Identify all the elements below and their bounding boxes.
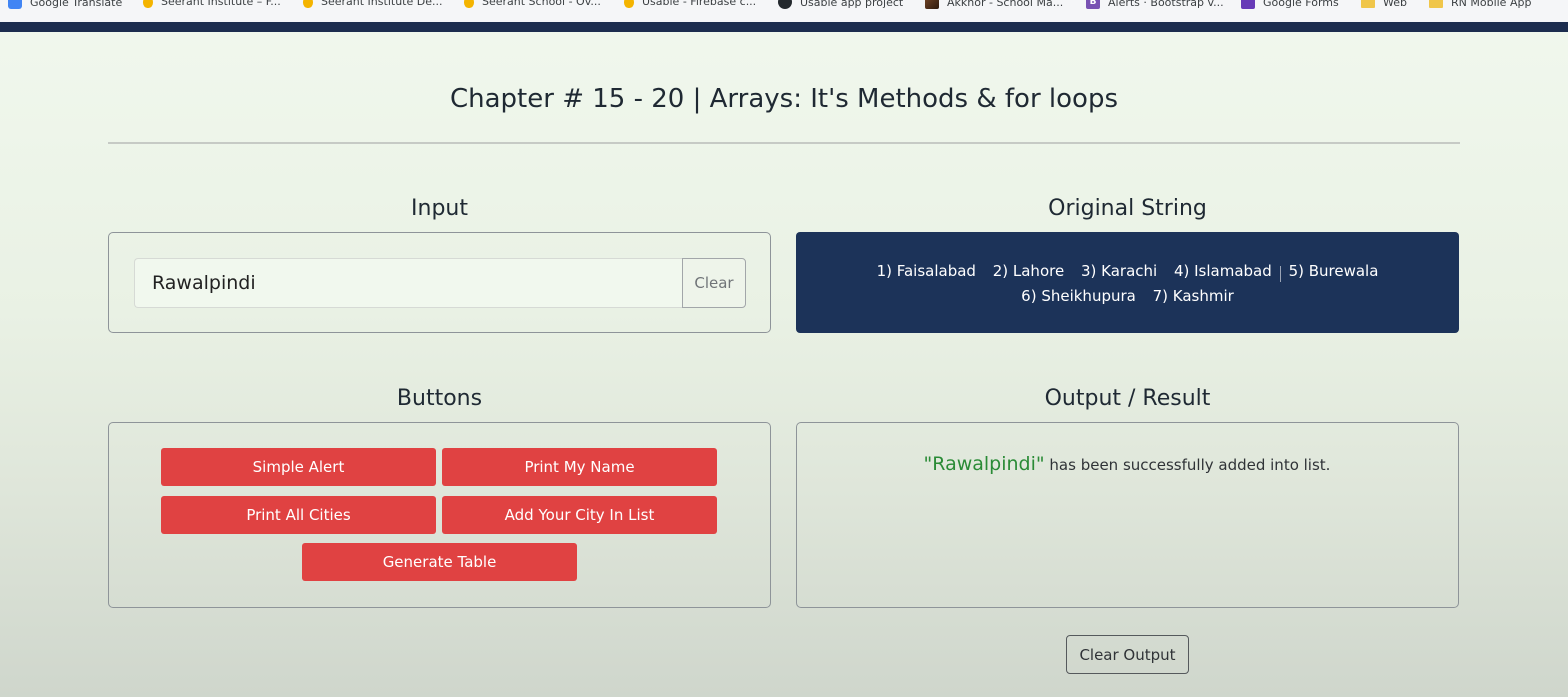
city-item: 1) Faisalabad bbox=[876, 262, 976, 280]
github-icon bbox=[778, 0, 792, 9]
original-string-panel: 1) Faisalabad 2) Lahore 3) Karachi 4) Is… bbox=[796, 232, 1459, 333]
folder-icon bbox=[1361, 0, 1375, 8]
text-cursor-icon bbox=[1280, 266, 1283, 282]
bookmark-seerant-institute-de[interactable]: Seerant Institute De... bbox=[303, 0, 442, 8]
clear-output-button[interactable]: Clear Output bbox=[1066, 635, 1189, 674]
bookmark-usable-firebase[interactable]: Usable - Firebase c... bbox=[624, 0, 756, 8]
simple-alert-button[interactable]: Simple Alert bbox=[161, 448, 436, 486]
bookmark-label: Akkhor - School Ma... bbox=[947, 0, 1064, 9]
bookmark-label: Seerant School - Ov... bbox=[482, 0, 601, 8]
city-item: 5) Burewala bbox=[1288, 262, 1379, 280]
firebase-icon bbox=[143, 0, 153, 8]
add-city-button[interactable]: Add Your City In List bbox=[442, 496, 717, 534]
output-panel: "Rawalpindi" has been successfully added… bbox=[796, 422, 1459, 608]
generate-table-button[interactable]: Generate Table bbox=[302, 543, 577, 581]
city-item: 2) Lahore bbox=[992, 262, 1065, 280]
clear-input-button[interactable]: Clear bbox=[682, 258, 746, 308]
firebase-icon bbox=[464, 0, 474, 8]
bookmark-label: Usable app project bbox=[800, 0, 904, 9]
bookmarks-bar: Google Translate Seerant Institute – F..… bbox=[0, 0, 1568, 22]
bookmark-label: Seerant Institute De... bbox=[321, 0, 443, 8]
bookmark-google-translate[interactable]: Google Translate bbox=[8, 0, 122, 9]
city-item: 7) Kashmir bbox=[1152, 287, 1234, 305]
bookmark-label: Google Forms bbox=[1263, 0, 1339, 9]
folder-icon bbox=[1429, 0, 1443, 8]
navbar bbox=[0, 22, 1568, 32]
buttons-panel: Simple Alert Print My Name Print All Cit… bbox=[108, 422, 771, 608]
google-forms-icon bbox=[1241, 0, 1255, 9]
bookmark-folder-web[interactable]: Web bbox=[1361, 0, 1407, 9]
city-item: 4) Islamabad bbox=[1173, 262, 1272, 280]
output-section-title: Output / Result bbox=[1044, 386, 1211, 411]
bookmark-label: Seerant Institute – F... bbox=[161, 0, 281, 8]
output-message: "Rawalpindi" has been successfully added… bbox=[797, 453, 1457, 475]
site-icon bbox=[925, 0, 939, 9]
output-message-text: has been successfully added into list. bbox=[1044, 456, 1331, 474]
input-panel: Clear bbox=[108, 232, 771, 333]
title-divider bbox=[108, 142, 1460, 144]
city-item: 6) Sheikhupura bbox=[1021, 287, 1136, 305]
print-my-name-button[interactable]: Print My Name bbox=[442, 448, 717, 486]
bootstrap-icon: B bbox=[1086, 0, 1100, 9]
bookmark-usable-app-project[interactable]: Usable app project bbox=[778, 0, 903, 9]
buttons-section-title: Buttons bbox=[396, 386, 483, 411]
bookmark-folder-rn-mobile-app[interactable]: RN Mobile App bbox=[1429, 0, 1531, 9]
input-section-title: Input bbox=[411, 196, 468, 221]
bookmark-label: RN Mobile App bbox=[1451, 0, 1532, 9]
firebase-icon bbox=[624, 0, 634, 8]
bookmark-label: Usable - Firebase c... bbox=[642, 0, 757, 8]
output-city-name: "Rawalpindi" bbox=[923, 453, 1045, 475]
bookmark-google-forms[interactable]: Google Forms bbox=[1241, 0, 1339, 9]
city-item: 3) Karachi bbox=[1080, 262, 1158, 280]
bookmark-label: Google Translate bbox=[30, 0, 123, 9]
input-group: Clear bbox=[134, 258, 746, 308]
bookmark-label: Web bbox=[1383, 0, 1407, 9]
city-input[interactable] bbox=[134, 258, 682, 308]
firebase-icon bbox=[303, 0, 313, 8]
print-all-cities-button[interactable]: Print All Cities bbox=[161, 496, 436, 534]
bookmark-akkhor[interactable]: Akkhor - School Ma... bbox=[925, 0, 1063, 9]
google-translate-icon bbox=[8, 0, 22, 9]
bookmark-seerant-institute-f[interactable]: Seerant Institute – F... bbox=[143, 0, 281, 8]
bookmark-label: Alerts · Bootstrap v... bbox=[1108, 0, 1224, 9]
page-title: Chapter # 15 - 20 | Arrays: It's Methods… bbox=[449, 84, 1118, 114]
bookmark-seerant-school[interactable]: Seerant School - Ov... bbox=[464, 0, 601, 8]
bookmark-bootstrap-alerts[interactable]: B Alerts · Bootstrap v... bbox=[1086, 0, 1224, 9]
original-section-title: Original String bbox=[1048, 196, 1207, 221]
